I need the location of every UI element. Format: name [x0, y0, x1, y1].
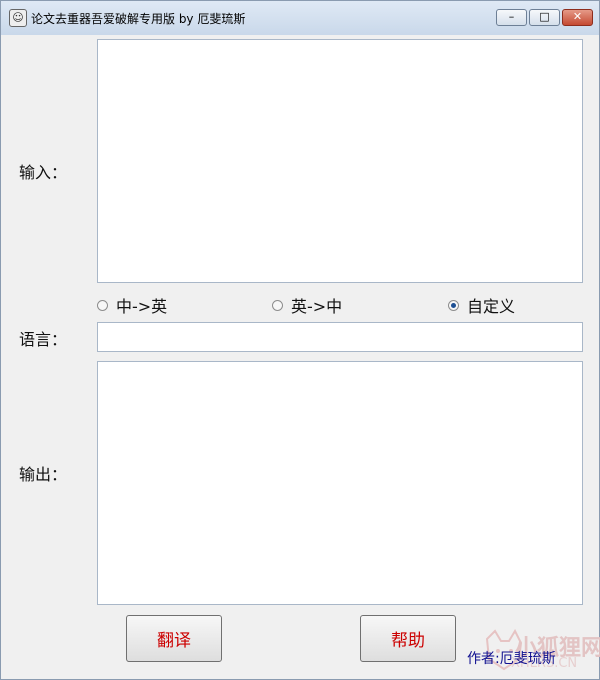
language-input[interactable]	[97, 322, 583, 352]
author-label: 作者:厄斐琉斯	[467, 651, 556, 667]
output-textarea[interactable]	[97, 361, 583, 605]
radio-zh-en[interactable]: 中->英	[97, 293, 167, 317]
input-label: 输入：	[19, 163, 68, 182]
title-bar[interactable]: ☺ 论文去重器吾爱破解专用版 by 厄斐琉斯 – □ ✕	[1, 1, 599, 35]
radio-circle-custom	[448, 299, 459, 311]
app-icon: ☺	[9, 9, 27, 27]
output-label: 输出：	[19, 465, 68, 484]
radio-label-zh-en: 中->英	[116, 297, 168, 316]
app-window: ☺ 论文去重器吾爱破解专用版 by 厄斐琉斯 – □ ✕ 输入： 中->英 英-…	[0, 0, 600, 680]
minimize-button[interactable]: –	[496, 9, 527, 26]
radio-label-en-zh: 英->中	[291, 297, 343, 316]
input-textarea[interactable]	[97, 39, 583, 283]
window-title: 论文去重器吾爱破解专用版 by 厄斐琉斯	[31, 12, 246, 26]
radio-circle-zh-en	[97, 299, 108, 311]
radio-en-zh[interactable]: 英->中	[272, 293, 342, 317]
radio-circle-en-zh	[272, 299, 283, 311]
maximize-button[interactable]: □	[529, 9, 560, 26]
radio-label-custom: 自定义	[467, 297, 516, 316]
close-button[interactable]: ✕	[562, 9, 593, 26]
translate-button[interactable]: 翻译	[126, 615, 222, 662]
help-button[interactable]: 帮助	[360, 615, 456, 662]
language-label: 语言：	[19, 330, 68, 349]
radio-custom[interactable]: 自定义	[448, 293, 515, 317]
